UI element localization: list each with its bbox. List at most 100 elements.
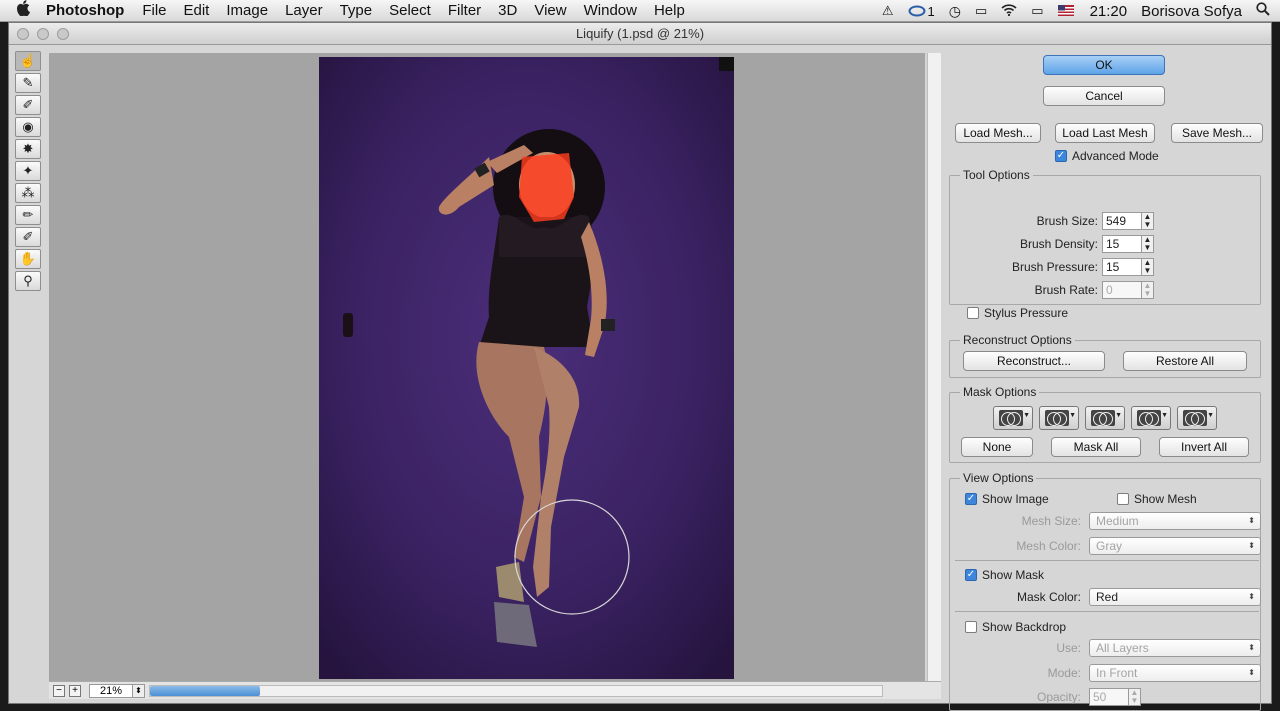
display-icon[interactable]: ▭ xyxy=(975,3,987,19)
brush-size-stepper[interactable]: ▲ ▼ xyxy=(1142,212,1154,230)
brush-density-stepper[interactable]: ▲ ▼ xyxy=(1142,235,1154,253)
twirl-clockwise-tool[interactable]: ◉ xyxy=(15,117,41,137)
mask-all-button[interactable]: Mask All xyxy=(1051,437,1141,457)
thaw-mask-tool[interactable]: ✐ xyxy=(15,227,41,247)
load-last-mesh-button[interactable]: Load Last Mesh xyxy=(1055,123,1155,143)
load-mesh-button[interactable]: Load Mesh... xyxy=(955,123,1041,143)
mask-color-value: Red xyxy=(1096,590,1119,604)
restore-all-button[interactable]: Restore All xyxy=(1123,351,1247,371)
menu-file[interactable]: File xyxy=(142,2,166,19)
pucker-tool[interactable]: ✸ xyxy=(15,139,41,159)
show-image-row[interactable]: ✓ Show Image xyxy=(965,492,1049,506)
menu-layer[interactable]: Layer xyxy=(285,2,323,19)
app-menu[interactable]: Photoshop xyxy=(46,2,124,19)
zoom-field[interactable]: 21% xyxy=(89,683,133,698)
menu-help[interactable]: Help xyxy=(654,2,685,19)
menu-select[interactable]: Select xyxy=(389,2,431,19)
zoom-in-button[interactable]: + xyxy=(69,684,81,697)
show-mask-checkbox[interactable]: ✓ xyxy=(965,569,977,581)
smooth-tool-icon: ✐ xyxy=(22,97,34,112)
zoom-out-button[interactable]: − xyxy=(53,684,65,697)
use-value: All Layers xyxy=(1096,641,1149,655)
push-left-tool[interactable]: ⁂ xyxy=(15,183,41,203)
preview-canvas[interactable] xyxy=(49,53,925,681)
mask-intersect-icon xyxy=(1137,410,1161,426)
bloat-tool[interactable]: ✦ xyxy=(15,161,41,181)
minimize-window-button[interactable] xyxy=(37,28,49,40)
show-mesh-row[interactable]: Show Mesh xyxy=(1117,492,1197,506)
user-name[interactable]: Borisova Sofya xyxy=(1141,3,1242,20)
brush-size-row: Brush Size: 549 ▲ ▼ xyxy=(957,212,1154,230)
zoom-tool-icon: ⚲ xyxy=(23,273,33,288)
save-mesh-button[interactable]: Save Mesh... xyxy=(1171,123,1263,143)
menu-3d[interactable]: 3D xyxy=(498,2,517,19)
brush-pressure-stepper[interactable]: ▲ ▼ xyxy=(1142,258,1154,276)
apple-menu-icon[interactable] xyxy=(0,0,46,21)
window-controls xyxy=(17,28,77,40)
show-backdrop-row[interactable]: Show Backdrop xyxy=(965,620,1066,634)
show-image-checkbox[interactable]: ✓ xyxy=(965,493,977,505)
preview-image[interactable] xyxy=(319,57,734,679)
zoom-window-button[interactable] xyxy=(57,28,69,40)
warning-icon[interactable]: ⚠ xyxy=(882,3,894,19)
brush-rate-label: Brush Rate: xyxy=(1034,283,1098,297)
forward-warp-tool[interactable]: ☝ xyxy=(15,51,41,71)
options-panel: OK Cancel Load Mesh... Load Last Mesh Sa… xyxy=(947,53,1269,711)
mask-none-button[interactable]: None xyxy=(961,437,1033,457)
show-image-label: Show Image xyxy=(982,492,1049,506)
invert-mask-button[interactable]: ▼ xyxy=(1177,406,1217,430)
ok-button[interactable]: OK xyxy=(1043,55,1165,75)
brush-size-input[interactable]: 549 xyxy=(1102,212,1142,230)
reconstruct-tool-icon: ✎ xyxy=(22,75,34,90)
scrollbar-thumb[interactable] xyxy=(150,685,260,696)
mask-color-select[interactable]: Red ⬍ xyxy=(1089,588,1261,606)
time-machine-icon[interactable]: ◷ xyxy=(949,3,961,20)
zoom-tool[interactable]: ⚲ xyxy=(15,271,41,291)
brush-pressure-input[interactable]: 15 xyxy=(1102,258,1142,276)
reconstruct-button[interactable]: Reconstruct... xyxy=(963,351,1105,371)
creative-cloud-icon[interactable]: 1 xyxy=(908,4,935,19)
wifi-icon[interactable] xyxy=(1001,3,1017,19)
subtract-from-mask-button[interactable]: ▼ xyxy=(1085,406,1125,430)
battery-icon[interactable]: ▭ xyxy=(1031,3,1043,19)
clock[interactable]: 21:20 xyxy=(1090,3,1128,20)
show-backdrop-checkbox[interactable] xyxy=(965,621,977,633)
updown-arrow-icon: ⬍ xyxy=(1248,541,1255,550)
mode-select: In Front ⬍ xyxy=(1089,664,1261,682)
show-mesh-label: Show Mesh xyxy=(1134,492,1197,506)
invert-all-button[interactable]: Invert All xyxy=(1159,437,1249,457)
dropdown-arrow-icon: ▼ xyxy=(1069,412,1076,419)
stylus-pressure-checkbox[interactable] xyxy=(967,307,979,319)
vertical-scrollbar[interactable] xyxy=(927,53,941,681)
divider xyxy=(955,560,1259,561)
show-mask-row[interactable]: ✓ Show Mask xyxy=(965,568,1044,582)
add-to-mask-button[interactable]: ▼ xyxy=(1039,406,1079,430)
menu-window[interactable]: Window xyxy=(584,2,637,19)
spotlight-search-icon[interactable] xyxy=(1256,2,1270,20)
stylus-pressure-label: Stylus Pressure xyxy=(984,306,1069,320)
advanced-mode-row[interactable]: ✓ Advanced Mode xyxy=(1055,149,1159,163)
menu-image[interactable]: Image xyxy=(226,2,268,19)
hand-tool[interactable]: ✋ xyxy=(15,249,41,269)
menu-edit[interactable]: Edit xyxy=(184,2,210,19)
menu-filter[interactable]: Filter xyxy=(448,2,481,19)
show-mesh-checkbox[interactable] xyxy=(1117,493,1129,505)
cancel-button[interactable]: Cancel xyxy=(1043,86,1165,106)
horizontal-scrollbar[interactable] xyxy=(149,684,883,697)
advanced-mode-checkbox[interactable]: ✓ xyxy=(1055,150,1067,162)
freeze-mask-tool[interactable]: ✏ xyxy=(15,205,41,225)
reconstruct-tool[interactable]: ✎ xyxy=(15,73,41,93)
smooth-tool[interactable]: ✐ xyxy=(15,95,41,115)
opacity-stepper: ▲ ▼ xyxy=(1129,688,1141,706)
mesh-color-label: Mesh Color: xyxy=(1016,539,1081,553)
menu-view[interactable]: View xyxy=(534,2,566,19)
stylus-pressure-row[interactable]: Stylus Pressure xyxy=(967,306,1068,320)
mesh-size-label: Mesh Size: xyxy=(1021,514,1081,528)
intersect-mask-button[interactable]: ▼ xyxy=(1131,406,1171,430)
flag-icon[interactable] xyxy=(1057,3,1074,20)
close-window-button[interactable] xyxy=(17,28,29,40)
zoom-dropdown-icon[interactable]: ⬍ xyxy=(133,683,145,698)
brush-density-input[interactable]: 15 xyxy=(1102,235,1142,253)
replace-selection-mask-button[interactable]: ▼ xyxy=(993,406,1033,430)
menu-type[interactable]: Type xyxy=(340,2,373,19)
